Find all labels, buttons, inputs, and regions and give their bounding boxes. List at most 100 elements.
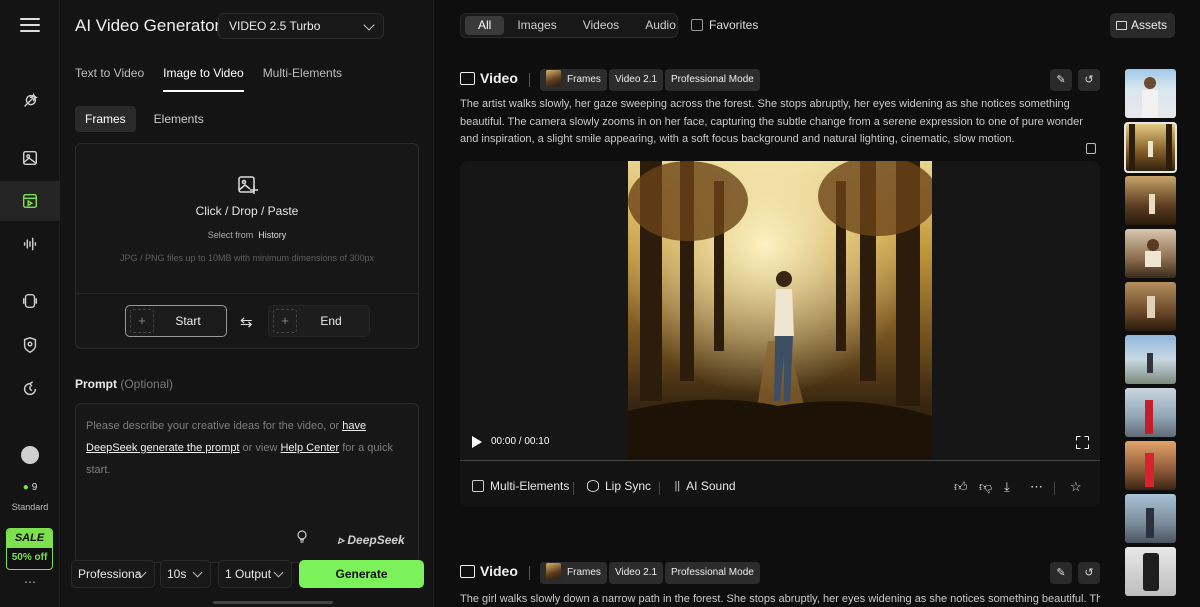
upload-dropzone[interactable]: Click / Drop / Paste Select from History… <box>75 143 419 349</box>
image-icon[interactable] <box>0 138 60 178</box>
model-select[interactable]: VIDEO 2.5 Turbo <box>218 13 384 39</box>
sparkle-tool-icon[interactable] <box>0 81 60 121</box>
lip-sync-action[interactable]: Lip Sync <box>587 479 651 493</box>
sale-badge[interactable]: SALE 50% off <box>6 528 53 570</box>
avatar[interactable] <box>21 446 39 464</box>
help-center-link[interactable]: Help Center <box>280 442 339 454</box>
assets-button[interactable]: Assets <box>1110 13 1175 38</box>
tag-mode[interactable]: Professional Mode <box>665 69 760 91</box>
audio-wave-icon[interactable] <box>0 224 60 264</box>
star-icon[interactable]: ☆ <box>1070 479 1082 495</box>
copy-icon[interactable] <box>1086 143 1096 154</box>
tab-text-to-video[interactable]: Text to Video <box>75 66 144 92</box>
tab-image-to-video[interactable]: Image to Video <box>163 66 244 92</box>
avatar-tool-icon[interactable] <box>0 281 60 321</box>
output-count-value: 1 Output <box>225 567 272 581</box>
generate-button[interactable]: Generate <box>299 560 424 588</box>
lightbulb-icon[interactable] <box>296 530 308 544</box>
page-title: AI Video Generator <box>75 16 221 35</box>
download-icon[interactable]: ⤓ <box>1004 479 1010 495</box>
quality-select-value: Professiona <box>78 567 142 581</box>
divider <box>76 293 418 294</box>
end-frame-button[interactable]: + End <box>268 305 370 337</box>
card-type: Video <box>480 563 518 579</box>
favorites-toggle[interactable]: Favorites <box>691 18 758 32</box>
video-player[interactable]: 00:00 / 00:10 Multi-Elements Lip Sync ||… <box>460 161 1100 507</box>
action-label: AI Sound <box>686 479 736 493</box>
tag-frames[interactable]: Frames <box>540 69 607 91</box>
thumbnail-image <box>1145 400 1153 434</box>
upload-select-from: Select from History <box>76 230 418 240</box>
multi-elements-action[interactable]: Multi-Elements <box>472 479 569 493</box>
deepseek-logo[interactable]: ▹ DeepSeek <box>338 529 405 551</box>
favorites-checkbox[interactable] <box>691 19 703 31</box>
end-frame-label: End <box>320 314 342 328</box>
credits-panel: ● 9 Standard <box>0 482 60 512</box>
quality-select[interactable]: Professiona <box>71 560 155 588</box>
thumbnail-selected[interactable] <box>1124 122 1177 173</box>
select-from-label: Select from <box>207 230 254 240</box>
more-options-icon[interactable]: ⋯ <box>1030 479 1043 495</box>
video-icon <box>460 565 475 578</box>
action-label: Lip Sync <box>605 479 652 493</box>
menu-icon[interactable] <box>20 18 40 32</box>
chevron-down-icon <box>192 567 203 578</box>
tag-version[interactable]: Video 2.1 <box>609 562 664 584</box>
thumbnail[interactable] <box>1125 388 1176 437</box>
shield-icon[interactable] <box>0 325 60 365</box>
filter-images[interactable]: Images <box>504 16 569 35</box>
frame-thumbnail <box>546 563 561 579</box>
thumbnail[interactable] <box>1125 69 1176 118</box>
mode-tabs: Text to Video Image to Video Multi-Eleme… <box>75 66 361 92</box>
filter-all[interactable]: All <box>465 16 505 35</box>
edit-icon[interactable]: ✎ <box>1050 562 1072 584</box>
sub-tabs: Frames Elements <box>75 106 214 132</box>
subtab-frames[interactable]: Frames <box>75 106 136 132</box>
history-link[interactable]: History <box>258 230 286 240</box>
thumbnail-image <box>1142 77 1158 118</box>
fullscreen-icon[interactable] <box>1076 436 1089 449</box>
tag-version[interactable]: Video 2.1 <box>609 69 664 91</box>
credit-drop-icon: ● <box>22 482 29 493</box>
video-frame <box>628 161 932 461</box>
thumbnail[interactable] <box>1125 176 1176 225</box>
favorites-label: Favorites <box>709 18 759 32</box>
tag-mode[interactable]: Professional Mode <box>665 562 760 584</box>
scrollbar[interactable] <box>213 601 333 604</box>
thumbnail-image <box>1149 194 1155 214</box>
filter-videos[interactable]: Videos <box>570 16 632 35</box>
prompt-label-text: Prompt <box>75 377 117 391</box>
swap-icon[interactable]: ⇆ <box>240 313 253 331</box>
folder-icon <box>1116 21 1127 30</box>
prompt-placeholder: or view <box>239 442 281 454</box>
tag-frames[interactable]: Frames <box>540 562 607 584</box>
prompt-textarea[interactable]: Please describe your creative ideas for … <box>75 403 419 563</box>
duration-select[interactable]: 10s <box>160 560 211 588</box>
thumbnail-image <box>1129 123 1172 172</box>
upload-hint: JPG / PNG files up to 10MB with minimum … <box>119 253 375 263</box>
upload-title: Click / Drop / Paste <box>195 204 299 218</box>
regenerate-icon[interactable]: ↺ <box>1078 69 1100 91</box>
tab-multi-elements[interactable]: Multi-Elements <box>263 66 342 92</box>
ai-sound-action[interactable]: || AI Sound <box>672 479 736 493</box>
refresh-icon[interactable] <box>0 369 60 409</box>
output-count-select[interactable]: 1 Output <box>218 560 292 588</box>
assets-label: Assets <box>1131 18 1168 32</box>
filter-audio[interactable]: Audio <box>632 16 689 35</box>
thumbnail[interactable] <box>1125 441 1176 490</box>
thumbnail[interactable] <box>1125 282 1176 331</box>
thumbs-down-icon[interactable]: 👎︎ <box>979 479 992 495</box>
thumbs-up-icon[interactable]: 👍︎ <box>954 479 968 495</box>
edit-icon[interactable]: ✎ <box>1050 69 1072 91</box>
play-icon[interactable] <box>472 436 482 448</box>
start-frame-label: Start <box>175 314 201 328</box>
start-frame-button[interactable]: + Start <box>125 305 227 337</box>
thumbnail[interactable] <box>1125 229 1176 278</box>
subtab-elements[interactable]: Elements <box>144 106 214 132</box>
regenerate-icon[interactable]: ↺ <box>1078 562 1100 584</box>
thumbnail[interactable] <box>1125 547 1176 596</box>
more-icon[interactable]: ⋯ <box>0 575 60 589</box>
thumbnail[interactable] <box>1125 494 1176 543</box>
video-icon[interactable] <box>0 181 60 221</box>
thumbnail[interactable] <box>1125 335 1176 384</box>
